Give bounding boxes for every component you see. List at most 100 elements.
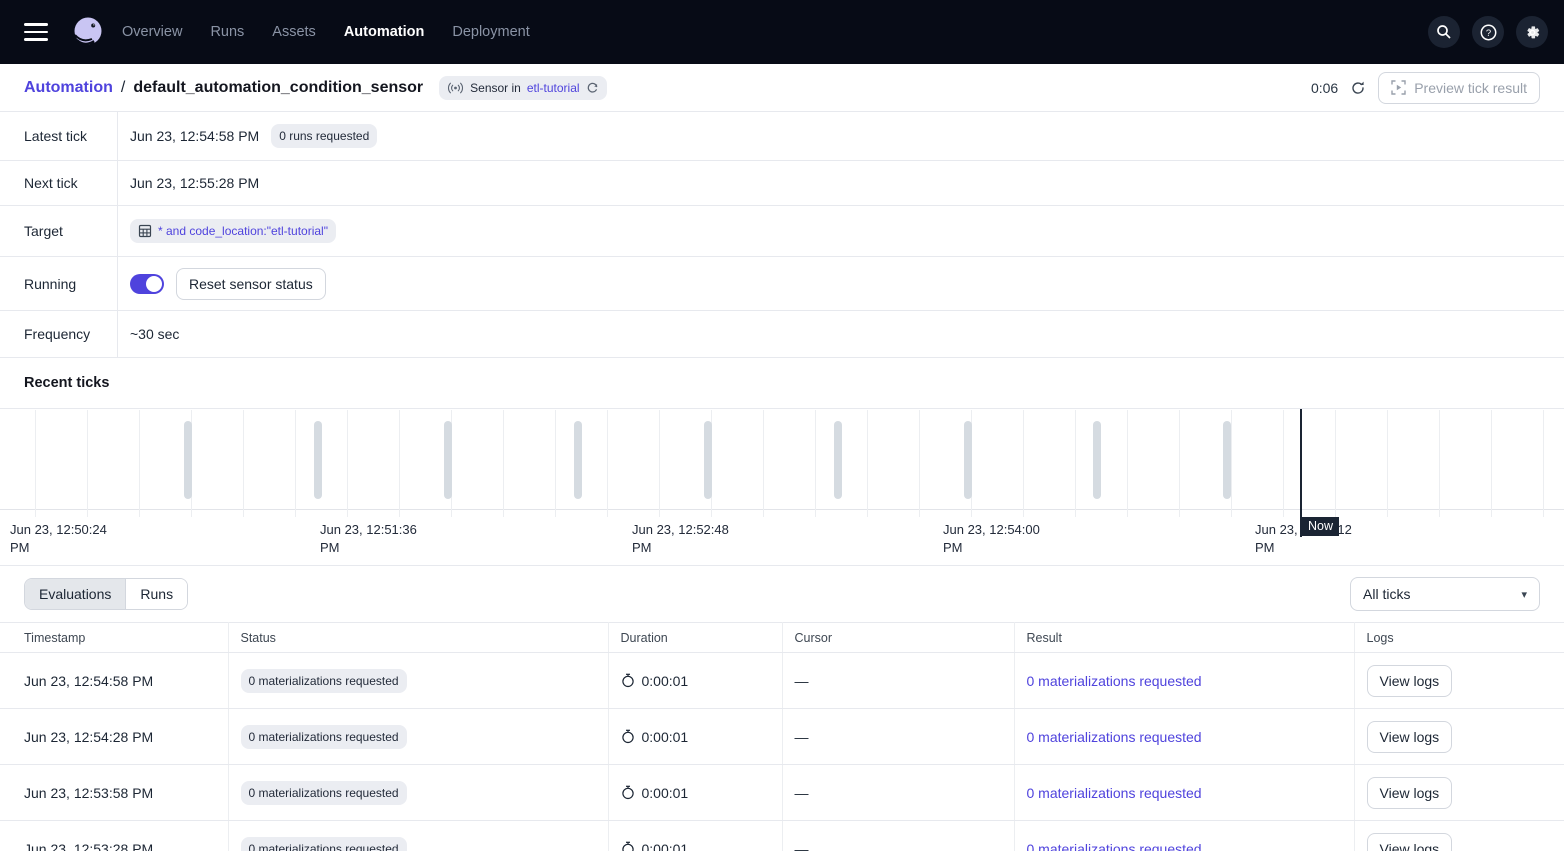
col-timestamp: Timestamp xyxy=(0,623,228,653)
detail-row-latest-tick: Latest tick Jun 23, 12:54:58 PM 0 runs r… xyxy=(0,112,1564,161)
timeline-gridline xyxy=(1439,410,1440,517)
col-result: Result xyxy=(1014,623,1354,653)
view-logs-button[interactable]: View logs xyxy=(1367,777,1453,809)
dagster-logo-icon[interactable] xyxy=(68,12,108,52)
timeline-axis-label: Jun 23, 12:52:48 PM xyxy=(632,521,729,557)
evaluations-table: Timestamp Status Duration Cursor Result … xyxy=(0,622,1564,851)
running-label: Running xyxy=(0,257,118,310)
tick-bar[interactable] xyxy=(184,421,192,499)
result-link[interactable]: 0 materializations requested xyxy=(1027,729,1202,745)
refresh-countdown: 0:06 xyxy=(1311,80,1338,96)
table-row: Jun 23, 12:54:28 PM0 materializations re… xyxy=(0,709,1564,765)
ticks-toolbar: Evaluations Runs All ticks ▾ xyxy=(0,566,1564,622)
frequency-value: ~30 sec xyxy=(130,326,179,342)
code-location-link[interactable]: etl-tutorial xyxy=(527,81,580,95)
timeline-gridline xyxy=(35,410,36,517)
target-selection-text[interactable]: * and code_location:"etl-tutorial" xyxy=(158,224,328,238)
view-logs-button[interactable]: View logs xyxy=(1367,721,1453,753)
col-status: Status xyxy=(228,623,608,653)
tick-bar[interactable] xyxy=(444,421,452,499)
preview-button-label: Preview tick result xyxy=(1414,80,1527,96)
table-row: Jun 23, 12:53:28 PM 0 materializations re… xyxy=(0,821,1564,851)
cell-timestamp: Jun 23, 12:53:58 PM xyxy=(0,765,228,821)
search-icon[interactable] xyxy=(1428,16,1460,48)
frequency-label: Frequency xyxy=(0,311,118,357)
timeline-gridline xyxy=(139,410,140,517)
cell-status: 0 materializations requested xyxy=(228,765,608,821)
detail-row-frequency: Frequency ~30 sec xyxy=(0,311,1564,358)
col-duration: Duration xyxy=(608,623,782,653)
view-logs-button[interactable]: View logs xyxy=(1367,833,1453,851)
timeline-gridline xyxy=(867,410,868,517)
table-header-row: Timestamp Status Duration Cursor Result … xyxy=(0,623,1564,653)
nav-actions: ? xyxy=(1428,16,1548,48)
tick-bar[interactable] xyxy=(834,421,842,499)
cell-cursor: — xyxy=(782,765,1014,821)
running-toggle[interactable] xyxy=(130,274,164,294)
tab-evaluations[interactable]: Evaluations xyxy=(25,579,125,609)
result-link[interactable]: 0 materializations requested xyxy=(1027,785,1202,801)
detail-row-running: Running Reset sensor status xyxy=(0,257,1564,311)
cell-duration: 0:00:01 xyxy=(608,821,782,851)
nav-item-deployment[interactable]: Deployment xyxy=(452,24,529,40)
timeline-gridline xyxy=(555,410,556,517)
next-tick-value: Jun 23, 12:55:28 PM xyxy=(130,175,259,191)
tick-bar[interactable] xyxy=(704,421,712,499)
timeline-gridline xyxy=(295,410,296,517)
ticks-view-switcher: Evaluations Runs xyxy=(24,578,188,610)
timeline-gridline xyxy=(1543,410,1544,517)
sensor-location-badge: Sensor in etl-tutorial xyxy=(439,76,606,100)
timeline-gridline xyxy=(1335,410,1336,517)
status-badge: 0 materializations requested xyxy=(241,725,407,749)
page-header: Automation / default_automation_conditio… xyxy=(0,64,1564,112)
result-link[interactable]: 0 materializations requested xyxy=(1027,841,1202,851)
cell-result: 0 materializations requested xyxy=(1014,765,1354,821)
reset-sensor-status-button[interactable]: Reset sensor status xyxy=(176,268,326,300)
refresh-icon[interactable] xyxy=(1350,80,1366,96)
timeline-gridline xyxy=(1127,410,1128,517)
duration-value: 0:00:01 xyxy=(642,841,689,851)
nav-item-automation[interactable]: Automation xyxy=(344,24,425,40)
help-icon[interactable]: ? xyxy=(1472,16,1504,48)
timeline-gridline xyxy=(1075,410,1076,517)
timeline-gridline xyxy=(1179,410,1180,517)
cell-timestamp: Jun 23, 12:54:58 PM xyxy=(0,653,228,709)
nav-item-overview[interactable]: Overview xyxy=(122,24,182,40)
timeline-gridline xyxy=(1023,410,1024,517)
gear-icon[interactable] xyxy=(1516,16,1548,48)
tick-bar[interactable] xyxy=(964,421,972,499)
timeline-gridline xyxy=(503,410,504,517)
result-link[interactable]: 0 materializations requested xyxy=(1027,673,1202,689)
runs-requested-badge: 0 runs requested xyxy=(271,124,377,148)
menu-icon[interactable] xyxy=(24,18,52,46)
asset-selection-icon xyxy=(138,224,152,238)
breadcrumb-automation-link[interactable]: Automation xyxy=(24,79,113,97)
tick-bar[interactable] xyxy=(574,421,582,499)
view-logs-button[interactable]: View logs xyxy=(1367,665,1453,697)
tick-bar[interactable] xyxy=(314,421,322,499)
cell-result: 0 materializations requested xyxy=(1014,653,1354,709)
target-selection-badge[interactable]: * and code_location:"etl-tutorial" xyxy=(130,219,336,243)
tick-bar[interactable] xyxy=(1093,421,1101,499)
reload-location-icon[interactable] xyxy=(586,81,599,94)
nav-item-runs[interactable]: Runs xyxy=(210,24,244,40)
recent-ticks-heading: Recent ticks xyxy=(0,358,1564,408)
duration-value: 0:00:01 xyxy=(642,729,689,745)
table-row: Jun 23, 12:54:58 PM 0 materializations re… xyxy=(0,653,1564,709)
preview-tick-result-button[interactable]: Preview tick result xyxy=(1378,72,1540,104)
tick-bar[interactable] xyxy=(1223,421,1231,499)
tab-runs[interactable]: Runs xyxy=(125,579,187,609)
stopwatch-icon xyxy=(621,841,635,851)
tick-status-filter[interactable]: All ticks ▾ xyxy=(1350,577,1540,611)
cell-result: 0 materializations requested xyxy=(1014,709,1354,765)
breadcrumb-separator: / xyxy=(121,79,125,97)
duration-value: 0:00:01 xyxy=(642,673,689,689)
timeline-axis xyxy=(0,509,1564,510)
cell-timestamp: Jun 23, 12:53:28 PM xyxy=(0,821,228,851)
col-cursor: Cursor xyxy=(782,623,1014,653)
nav-item-assets[interactable]: Assets xyxy=(272,24,316,40)
detail-row-target: Target * and code_location:"etl-tutorial… xyxy=(0,206,1564,257)
chevron-down-icon: ▾ xyxy=(1521,588,1527,601)
duration-value: 0:00:01 xyxy=(642,785,689,801)
timeline-axis-label: Jun 23, 12:51:36 PM xyxy=(320,521,417,557)
